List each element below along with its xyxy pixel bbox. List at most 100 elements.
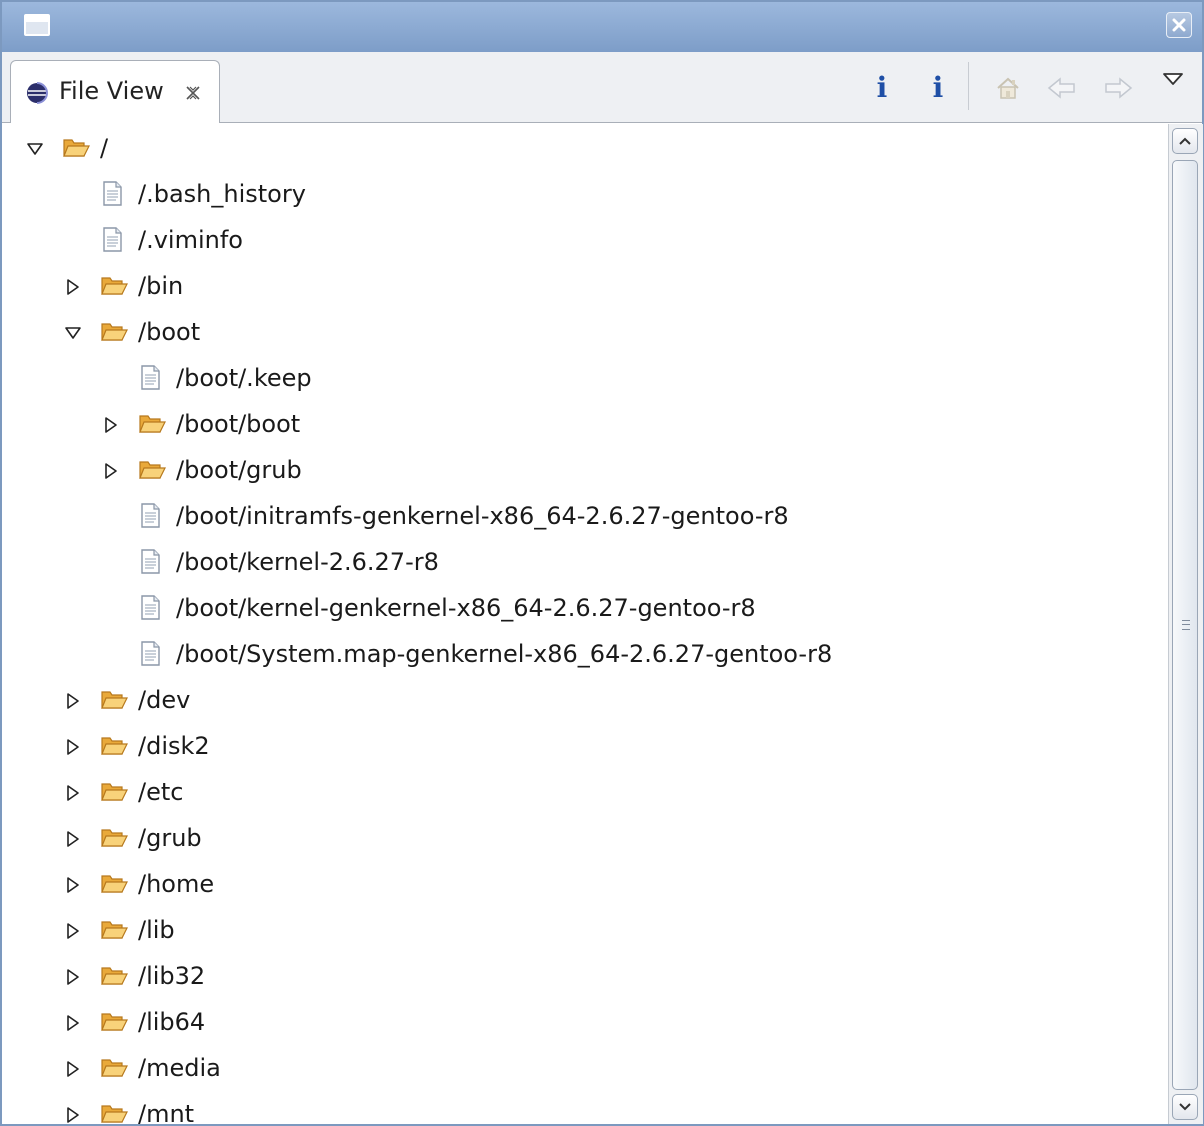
tree-folder-row[interactable]: /disk2 bbox=[4, 726, 1164, 766]
collapsed-arrow-icon[interactable] bbox=[64, 738, 82, 756]
tree-folder-row[interactable]: /grub bbox=[4, 818, 1164, 858]
tree-folder-row[interactable]: /lib64 bbox=[4, 1002, 1164, 1042]
tree-file-row[interactable]: /boot/kernel-genkernel-x86_64-2.6.27-gen… bbox=[4, 588, 1164, 628]
tree-folder-row[interactable]: /etc bbox=[4, 772, 1164, 812]
collapsed-arrow-icon[interactable] bbox=[102, 462, 120, 480]
tree-folder-row[interactable]: /mnt bbox=[4, 1094, 1164, 1124]
tree-folder-row[interactable]: /media bbox=[4, 1048, 1164, 1088]
tree-folder-row[interactable]: / bbox=[4, 128, 1164, 168]
file-icon bbox=[103, 181, 122, 206]
window-titlebar[interactable] bbox=[2, 2, 1202, 53]
file-icon bbox=[141, 365, 160, 390]
info-button-1[interactable]: i bbox=[870, 70, 894, 106]
scroll-down-icon bbox=[1179, 1103, 1191, 1111]
tree-item-label: /lib bbox=[138, 916, 175, 944]
tree-folder-row[interactable]: /boot/grub bbox=[4, 450, 1164, 490]
tree-item-label: /.bash_history bbox=[138, 180, 306, 208]
collapsed-arrow-icon[interactable] bbox=[64, 922, 82, 940]
tree-file-row[interactable]: /boot/.keep bbox=[4, 358, 1164, 398]
scrollbar-grip-icon bbox=[1182, 620, 1190, 630]
folder-open-icon bbox=[101, 875, 128, 893]
window-menu-icon[interactable] bbox=[24, 14, 50, 36]
folder-open-icon bbox=[139, 415, 166, 433]
file-icon bbox=[141, 595, 160, 620]
eclipse-view-icon bbox=[27, 82, 48, 104]
tree-item-label: /mnt bbox=[138, 1100, 195, 1124]
collapsed-arrow-icon[interactable] bbox=[64, 784, 82, 802]
info-icon: i bbox=[876, 71, 888, 104]
tree-folder-row[interactable]: /home bbox=[4, 864, 1164, 904]
tree-file-row[interactable]: /.bash_history bbox=[4, 174, 1164, 214]
collapsed-arrow-icon[interactable] bbox=[64, 830, 82, 848]
collapsed-arrow-icon[interactable] bbox=[64, 1106, 82, 1124]
collapsed-arrow-icon[interactable] bbox=[64, 876, 82, 894]
file-icon bbox=[103, 227, 122, 252]
scroll-up-icon bbox=[1179, 137, 1191, 145]
scroll-up-button[interactable] bbox=[1172, 128, 1198, 154]
view-menu-icon[interactable] bbox=[1162, 72, 1184, 86]
folder-open-icon bbox=[101, 783, 128, 801]
tree-item-label: /boot/kernel-genkernel-x86_64-2.6.27-gen… bbox=[176, 594, 756, 622]
collapsed-arrow-icon[interactable] bbox=[64, 968, 82, 986]
tree-file-row[interactable]: /boot/System.map-genkernel-x86_64-2.6.27… bbox=[4, 634, 1164, 674]
file-tree[interactable]: / /.bash_history /.viminfo/bin/boot/boot/.… bbox=[4, 124, 1168, 1124]
forward-arrow-icon bbox=[1105, 77, 1133, 99]
tree-item-label: /boot/kernel-2.6.27-r8 bbox=[176, 548, 439, 576]
folder-open-icon bbox=[101, 1105, 128, 1123]
close-icon bbox=[1172, 18, 1186, 32]
tab-file-view[interactable]: File View bbox=[10, 60, 220, 123]
home-button[interactable] bbox=[994, 70, 1022, 106]
tree-item-label: / bbox=[100, 134, 109, 162]
scroll-down-button[interactable] bbox=[1172, 1094, 1198, 1120]
tree-folder-row[interactable]: /boot bbox=[4, 312, 1164, 352]
collapsed-arrow-icon[interactable] bbox=[64, 1014, 82, 1032]
tree-item-label: /boot/.keep bbox=[176, 364, 312, 392]
collapsed-arrow-icon[interactable] bbox=[102, 416, 120, 434]
info-button-2[interactable]: i bbox=[926, 70, 950, 106]
folder-open-icon bbox=[101, 737, 128, 755]
tree-item-label: /.viminfo bbox=[138, 226, 243, 254]
tree-item-label: /boot/initramfs-genkernel-x86_64-2.6.27-… bbox=[176, 502, 789, 530]
tree-item-label: /dev bbox=[138, 686, 191, 714]
forward-button[interactable] bbox=[1102, 70, 1134, 106]
collapsed-arrow-icon[interactable] bbox=[64, 692, 82, 710]
file-icon bbox=[141, 641, 160, 666]
toolbar-separator bbox=[968, 62, 969, 110]
tree-folder-row[interactable]: /bin bbox=[4, 266, 1164, 306]
window-close-button[interactable] bbox=[1166, 12, 1192, 38]
tree-folder-row[interactable]: /lib bbox=[4, 910, 1164, 950]
expanded-arrow-icon[interactable] bbox=[64, 324, 82, 342]
folder-open-icon bbox=[63, 139, 90, 157]
tree-folder-row[interactable]: /lib32 bbox=[4, 956, 1164, 996]
folder-open-icon bbox=[101, 691, 128, 709]
expanded-arrow-icon[interactable] bbox=[26, 140, 44, 158]
tab-title: File View bbox=[59, 77, 164, 105]
tree-item-label: /boot bbox=[138, 318, 201, 346]
folder-open-icon bbox=[101, 277, 128, 295]
folder-open-icon bbox=[101, 323, 128, 341]
back-button[interactable] bbox=[1046, 70, 1078, 106]
tree-folder-row[interactable]: /dev bbox=[4, 680, 1164, 720]
scrollbar-thumb[interactable] bbox=[1172, 160, 1198, 1090]
view-tab-bar: File View i i bbox=[2, 52, 1202, 123]
folder-open-icon bbox=[101, 829, 128, 847]
file-view-window: File View i i / /.bash_history /.viminfo… bbox=[0, 0, 1204, 1126]
tree-item-label: /lib32 bbox=[138, 962, 206, 990]
folder-open-icon bbox=[101, 967, 128, 985]
vertical-scrollbar[interactable] bbox=[1168, 124, 1203, 1124]
tab-close-icon[interactable] bbox=[183, 83, 203, 103]
home-icon bbox=[997, 77, 1019, 99]
tree-item-label: /etc bbox=[138, 778, 184, 806]
tree-item-label: /grub bbox=[138, 824, 202, 852]
tree-file-row[interactable]: /boot/initramfs-genkernel-x86_64-2.6.27-… bbox=[4, 496, 1164, 536]
tree-file-row[interactable]: /.viminfo bbox=[4, 220, 1164, 260]
tree-item-label: /disk2 bbox=[138, 732, 210, 760]
folder-open-icon bbox=[101, 1059, 128, 1077]
collapsed-arrow-icon[interactable] bbox=[64, 1060, 82, 1078]
tree-item-label: /boot/grub bbox=[176, 456, 302, 484]
tree-item-label: /home bbox=[138, 870, 215, 898]
collapsed-arrow-icon[interactable] bbox=[64, 278, 82, 296]
folder-open-icon bbox=[101, 921, 128, 939]
tree-file-row[interactable]: /boot/kernel-2.6.27-r8 bbox=[4, 542, 1164, 582]
tree-folder-row[interactable]: /boot/boot bbox=[4, 404, 1164, 444]
